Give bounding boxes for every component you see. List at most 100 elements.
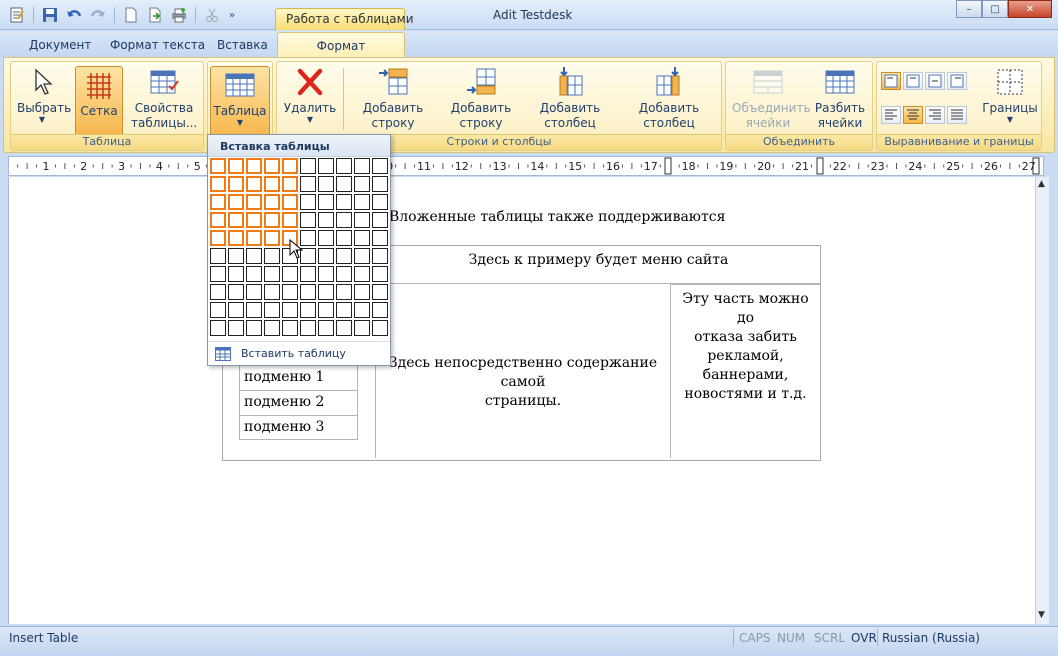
grid-cell[interactable] (210, 176, 226, 192)
tab-text-format[interactable]: Формат текста (110, 38, 205, 52)
grid-cell[interactable] (264, 158, 280, 174)
align-center-button[interactable] (903, 106, 923, 124)
grid-cell[interactable] (372, 248, 388, 264)
nested-menu-table[interactable]: подменю 1 подменю 2 подменю 3 (239, 365, 358, 440)
grid-cell[interactable] (300, 302, 316, 318)
new-document-icon[interactable] (120, 5, 142, 25)
grid-cell[interactable] (336, 158, 352, 174)
grid-cell[interactable] (282, 212, 298, 228)
add-column-right-button[interactable]: Добавить столбец справа (621, 66, 717, 145)
grid-cell[interactable] (264, 320, 280, 336)
grid-cell[interactable] (372, 302, 388, 318)
add-column-left-button[interactable]: Добавить столбец слева (527, 66, 613, 145)
grid-cell[interactable] (264, 176, 280, 192)
grid-cell[interactable] (264, 230, 280, 246)
table-row[interactable]: подменю 2 (240, 391, 357, 416)
grid-cell[interactable] (372, 320, 388, 336)
print-icon[interactable] (168, 5, 190, 25)
scroll-down-icon[interactable]: ▼ (1038, 610, 1045, 620)
grid-cell[interactable] (354, 302, 370, 318)
grid-cell[interactable] (246, 230, 262, 246)
grid-cell[interactable] (246, 320, 262, 336)
maximize-button[interactable]: □ (982, 0, 1008, 18)
ruler-column-marker[interactable] (664, 157, 672, 175)
grid-cell[interactable] (354, 212, 370, 228)
export-icon[interactable] (144, 5, 166, 25)
table-row[interactable]: подменю 1 (240, 366, 357, 391)
grid-cell[interactable] (282, 176, 298, 192)
document-canvas[interactable]: Вложенные таблицы также поддерживаются З… (8, 177, 1035, 624)
grid-cell[interactable] (210, 320, 226, 336)
tab-insert[interactable]: Вставка (217, 38, 268, 52)
add-row-below-button[interactable]: Добавить строку ниже (441, 66, 521, 145)
table-insert-button[interactable]: Таблица ▼ (210, 66, 270, 138)
scroll-up-icon[interactable]: ▲ (1038, 179, 1045, 189)
grid-cell[interactable] (246, 302, 262, 318)
grid-cell[interactable] (318, 284, 334, 300)
ruler-column-marker[interactable] (816, 157, 824, 175)
grid-cell[interactable] (264, 302, 280, 318)
grid-cell[interactable] (210, 194, 226, 210)
grid-cell[interactable] (354, 284, 370, 300)
language-indicator[interactable]: Russian (Russia) (882, 631, 980, 645)
grid-cell[interactable] (282, 320, 298, 336)
app-icon[interactable] (6, 5, 28, 25)
grid-cell[interactable] (354, 248, 370, 264)
select-button[interactable]: Выбрать ▼ (17, 66, 71, 136)
grid-cell[interactable] (372, 230, 388, 246)
grid-cell[interactable] (318, 320, 334, 336)
grid-cell[interactable] (336, 320, 352, 336)
grid-cell[interactable] (318, 230, 334, 246)
grid-cell[interactable] (228, 158, 244, 174)
grid-cell[interactable] (354, 158, 370, 174)
grid-cell[interactable] (282, 284, 298, 300)
vertical-scrollbar[interactable]: ▲ ▼ (1035, 177, 1049, 624)
table-row[interactable]: подменю 3 (240, 416, 357, 441)
grid-cell[interactable] (246, 194, 262, 210)
grid-cell[interactable] (228, 194, 244, 210)
close-button[interactable]: ✕ (1008, 0, 1052, 18)
table-cell-header[interactable]: Здесь к примеру будет меню сайта (375, 246, 821, 284)
grid-cell[interactable] (300, 284, 316, 300)
grid-cell[interactable] (300, 266, 316, 282)
grid-cell[interactable] (246, 176, 262, 192)
tab-document[interactable]: Документ (29, 38, 91, 52)
delete-button[interactable]: Удалить ▼ (283, 66, 337, 136)
insert-table-menu-item[interactable]: Вставить таблицу (208, 341, 390, 365)
grid-cell[interactable] (372, 158, 388, 174)
table-cell-content[interactable]: Здесь непосредственно содержание самой с… (375, 284, 670, 458)
grid-cell[interactable] (210, 248, 226, 264)
grid-cell[interactable] (282, 158, 298, 174)
horizontal-ruler[interactable]: 1234567891011121314151617181920212223242… (8, 156, 1044, 176)
grid-cell[interactable] (336, 284, 352, 300)
grid-cell[interactable] (210, 266, 226, 282)
grid-cell[interactable] (300, 320, 316, 336)
grid-cell[interactable] (264, 266, 280, 282)
grid-cell[interactable] (336, 302, 352, 318)
grid-cell[interactable] (372, 176, 388, 192)
grid-cell[interactable] (228, 320, 244, 336)
grid-cell[interactable] (318, 248, 334, 264)
align-top-right-button[interactable] (947, 72, 967, 90)
grid-cell[interactable] (246, 284, 262, 300)
grid-cell[interactable] (318, 302, 334, 318)
grid-cell[interactable] (336, 266, 352, 282)
grid-cell[interactable] (372, 266, 388, 282)
grid-cell[interactable] (264, 212, 280, 228)
grid-cell[interactable] (354, 194, 370, 210)
grid-cell[interactable] (300, 194, 316, 210)
grid-cell[interactable] (336, 194, 352, 210)
grid-cell[interactable] (228, 176, 244, 192)
grid-cell[interactable] (336, 248, 352, 264)
grid-cell[interactable] (318, 158, 334, 174)
grid-cell[interactable] (282, 266, 298, 282)
grid-cell[interactable] (336, 176, 352, 192)
align-right-button[interactable] (925, 106, 945, 124)
grid-cell[interactable] (300, 158, 316, 174)
grid-cell[interactable] (210, 230, 226, 246)
grid-cell[interactable] (354, 266, 370, 282)
grid-cell[interactable] (264, 248, 280, 264)
grid-cell[interactable] (282, 194, 298, 210)
grid-cell[interactable] (300, 212, 316, 228)
grid-cell[interactable] (210, 302, 226, 318)
